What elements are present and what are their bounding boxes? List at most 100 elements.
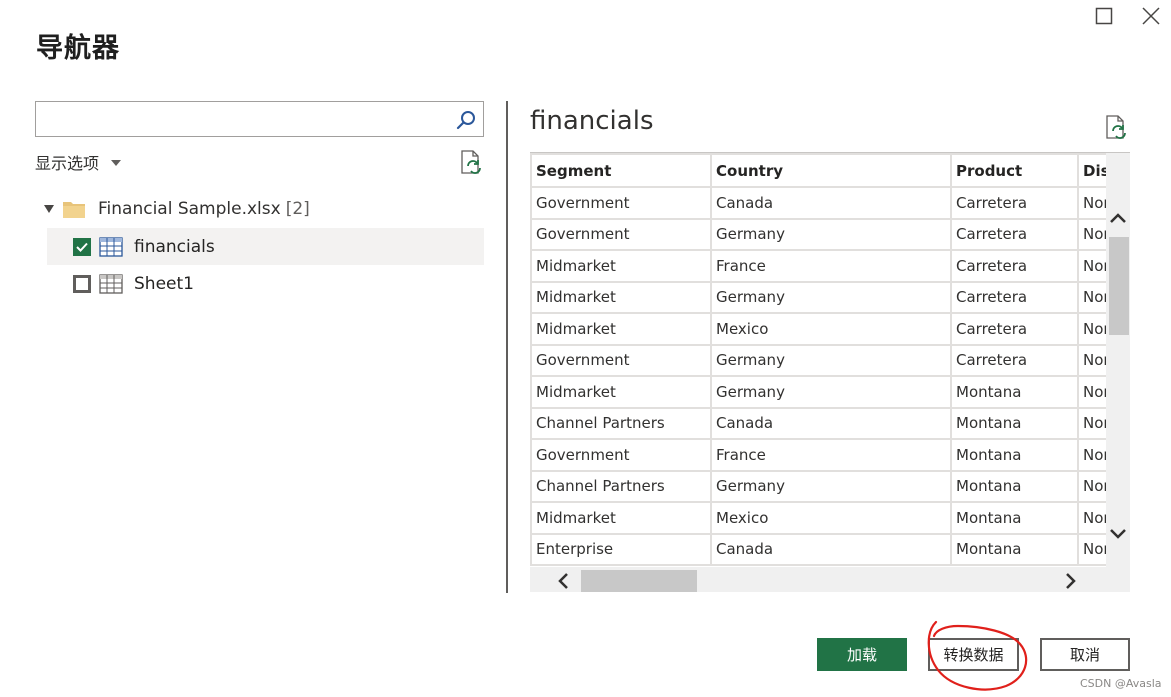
table-cell: Canada: [710, 186, 952, 220]
table-row: Government Canada Carretera Non: [530, 186, 1106, 220]
table-cell: France: [710, 438, 952, 472]
preview-title: financials: [530, 106, 654, 136]
table-cell: Non: [1077, 312, 1106, 346]
search-input[interactable]: [36, 102, 446, 136]
table-cell: Non: [1077, 469, 1106, 503]
table-cell: Government: [530, 343, 712, 377]
table-cell: Montana: [950, 406, 1079, 440]
tree-item-sheet1[interactable]: Sheet1: [47, 265, 484, 302]
horizontal-scroll-thumb[interactable]: [581, 570, 697, 592]
table-cell: Germany: [710, 217, 952, 251]
table-row: Government Germany Carretera Non: [530, 217, 1106, 251]
chevron-left-icon[interactable]: [554, 571, 572, 591]
table-cell: Government: [530, 438, 712, 472]
horizontal-scrollbar[interactable]: [530, 567, 1106, 592]
table-cell: Non: [1077, 532, 1106, 566]
scroll-up-button[interactable]: [1106, 211, 1130, 231]
table-cell: Carretera: [950, 343, 1079, 377]
chevron-down-icon: [111, 160, 122, 166]
table-cell: Midmarket: [530, 249, 712, 283]
column-header[interactable]: Product: [950, 153, 1079, 188]
table-cell: Montana: [950, 438, 1079, 472]
vertical-scrollbar[interactable]: [1106, 187, 1130, 567]
tree-item-financials[interactable]: financials: [47, 228, 484, 265]
scroll-down-button[interactable]: [1106, 527, 1130, 547]
dialog-title: 导航器: [36, 33, 120, 64]
tree-item-label: financials: [134, 236, 215, 257]
maximize-icon: [1095, 7, 1113, 25]
file-item-count: [2]: [285, 199, 310, 219]
table-cell: Germany: [710, 280, 952, 314]
table-cell: Montana: [950, 501, 1079, 535]
table-cell: Non: [1077, 406, 1106, 440]
table-cell: Midmarket: [530, 501, 712, 535]
table-cell: Montana: [950, 375, 1079, 409]
table-cell: Government: [530, 186, 712, 220]
transform-data-button[interactable]: 转换数据: [928, 638, 1019, 671]
table-cell: Canada: [710, 406, 952, 440]
table-cell: Carretera: [950, 312, 1079, 346]
table-cell: Government: [530, 217, 712, 251]
table-row: Midmarket Germany Carretera Non: [530, 280, 1106, 314]
collapse-icon[interactable]: [44, 205, 54, 213]
column-header[interactable]: Discou: [1077, 153, 1106, 188]
table-icon: [99, 236, 123, 257]
chevron-right-icon[interactable]: [1062, 571, 1080, 591]
folder-icon: [63, 202, 85, 218]
cancel-button[interactable]: 取消: [1040, 638, 1130, 671]
table-cell: Carretera: [950, 249, 1079, 283]
checkbox-financials[interactable]: [73, 237, 91, 256]
close-button[interactable]: [1133, 0, 1169, 34]
table-cell: Channel Partners: [530, 406, 712, 440]
maximize-button[interactable]: [1086, 0, 1122, 34]
table-cell: Non: [1077, 438, 1106, 472]
search-icon[interactable]: [455, 109, 477, 131]
table-cell: Carretera: [950, 186, 1079, 220]
table-cell: Non: [1077, 375, 1106, 409]
table-cell: Montana: [950, 469, 1079, 503]
table-cell: Non: [1077, 249, 1106, 283]
table-cell: Enterprise: [530, 532, 712, 566]
panel-divider[interactable]: [506, 101, 508, 593]
check-icon: [76, 242, 88, 252]
grid-viewport: Segment Country Product Discou Governmen…: [530, 153, 1106, 567]
table-cell: Channel Partners: [530, 469, 712, 503]
refresh-preview-icon[interactable]: [1103, 114, 1129, 140]
table-cell: Non: [1077, 280, 1106, 314]
file-name: Financial Sample.xlsx: [98, 199, 281, 219]
table-cell: Non: [1077, 217, 1106, 251]
data-table: Segment Country Product Discou Governmen…: [530, 153, 1106, 566]
load-button[interactable]: 加载: [817, 638, 907, 671]
display-options-dropdown[interactable]: 显示选项: [35, 150, 122, 174]
close-icon: [1142, 7, 1160, 25]
table-cell: Mexico: [710, 501, 952, 535]
watermark: CSDN @Avasla: [1080, 677, 1162, 690]
preview-grid[interactable]: Segment Country Product Discou Governmen…: [530, 152, 1130, 592]
table-cell: Germany: [710, 343, 952, 377]
table-row: Channel Partners Canada Montana Non: [530, 406, 1106, 440]
table-cell: Non: [1077, 501, 1106, 535]
table-row: Midmarket Mexico Montana Non: [530, 501, 1106, 535]
chevron-up-icon: [1110, 213, 1126, 223]
refresh-icon[interactable]: [458, 149, 484, 175]
table-cell: Carretera: [950, 217, 1079, 251]
vertical-scroll-thumb[interactable]: [1109, 237, 1129, 335]
tree-item-label: Sheet1: [134, 273, 194, 294]
display-options-label: 显示选项: [35, 154, 100, 173]
column-header[interactable]: Segment: [530, 153, 712, 188]
table-cell: Germany: [710, 469, 952, 503]
table-cell: France: [710, 249, 952, 283]
table-row: Enterprise Canada Montana Non: [530, 532, 1106, 566]
table-row: Channel Partners Germany Montana Non: [530, 469, 1106, 503]
table-cell: Non: [1077, 343, 1106, 377]
table-row: Government Germany Carretera Non: [530, 343, 1106, 377]
column-header[interactable]: Country: [710, 153, 952, 188]
file-node[interactable]: Financial Sample.xlsx [2]: [44, 196, 310, 222]
table-cell: Carretera: [950, 280, 1079, 314]
table-cell: Midmarket: [530, 280, 712, 314]
table-row: Midmarket France Carretera Non: [530, 249, 1106, 283]
search-box[interactable]: [35, 101, 484, 137]
table-row: Government France Montana Non: [530, 438, 1106, 472]
sheet-icon: [99, 273, 123, 294]
checkbox-sheet1[interactable]: [73, 274, 91, 293]
